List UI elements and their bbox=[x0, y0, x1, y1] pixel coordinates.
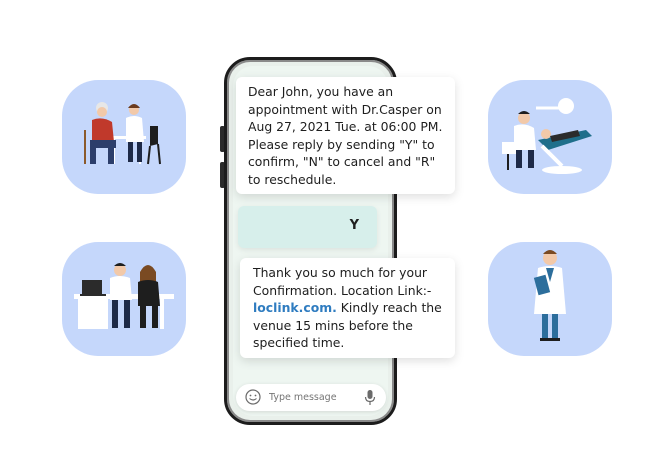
dentist-illustration bbox=[502, 98, 592, 174]
illustration-dentist bbox=[488, 80, 612, 194]
message-input[interactable] bbox=[269, 388, 359, 406]
incoming-message: Thank you so much for your Confirmation.… bbox=[240, 258, 455, 358]
reply-text: Y bbox=[349, 218, 359, 233]
incoming-message: Dear John, you have an appointment with … bbox=[236, 77, 455, 194]
smiley-icon[interactable] bbox=[245, 389, 261, 405]
outgoing-message: Y bbox=[238, 206, 377, 248]
message-text: Dear John, you have an appointment with … bbox=[248, 84, 443, 187]
illustration-nurse-with-elderly bbox=[62, 80, 186, 194]
message-composer bbox=[236, 384, 386, 411]
message-text-before: Thank you so much for your Confirmation.… bbox=[253, 265, 432, 298]
microphone-icon[interactable] bbox=[363, 389, 377, 406]
nurse-patient-illustration bbox=[84, 102, 161, 165]
consultation-illustration bbox=[74, 263, 174, 329]
illustration-doctor-consultation bbox=[62, 242, 186, 356]
illustration-doctor-standing bbox=[488, 242, 612, 356]
doctor-standing-illustration bbox=[533, 250, 566, 341]
location-link[interactable]: loclink.com. bbox=[253, 300, 337, 315]
